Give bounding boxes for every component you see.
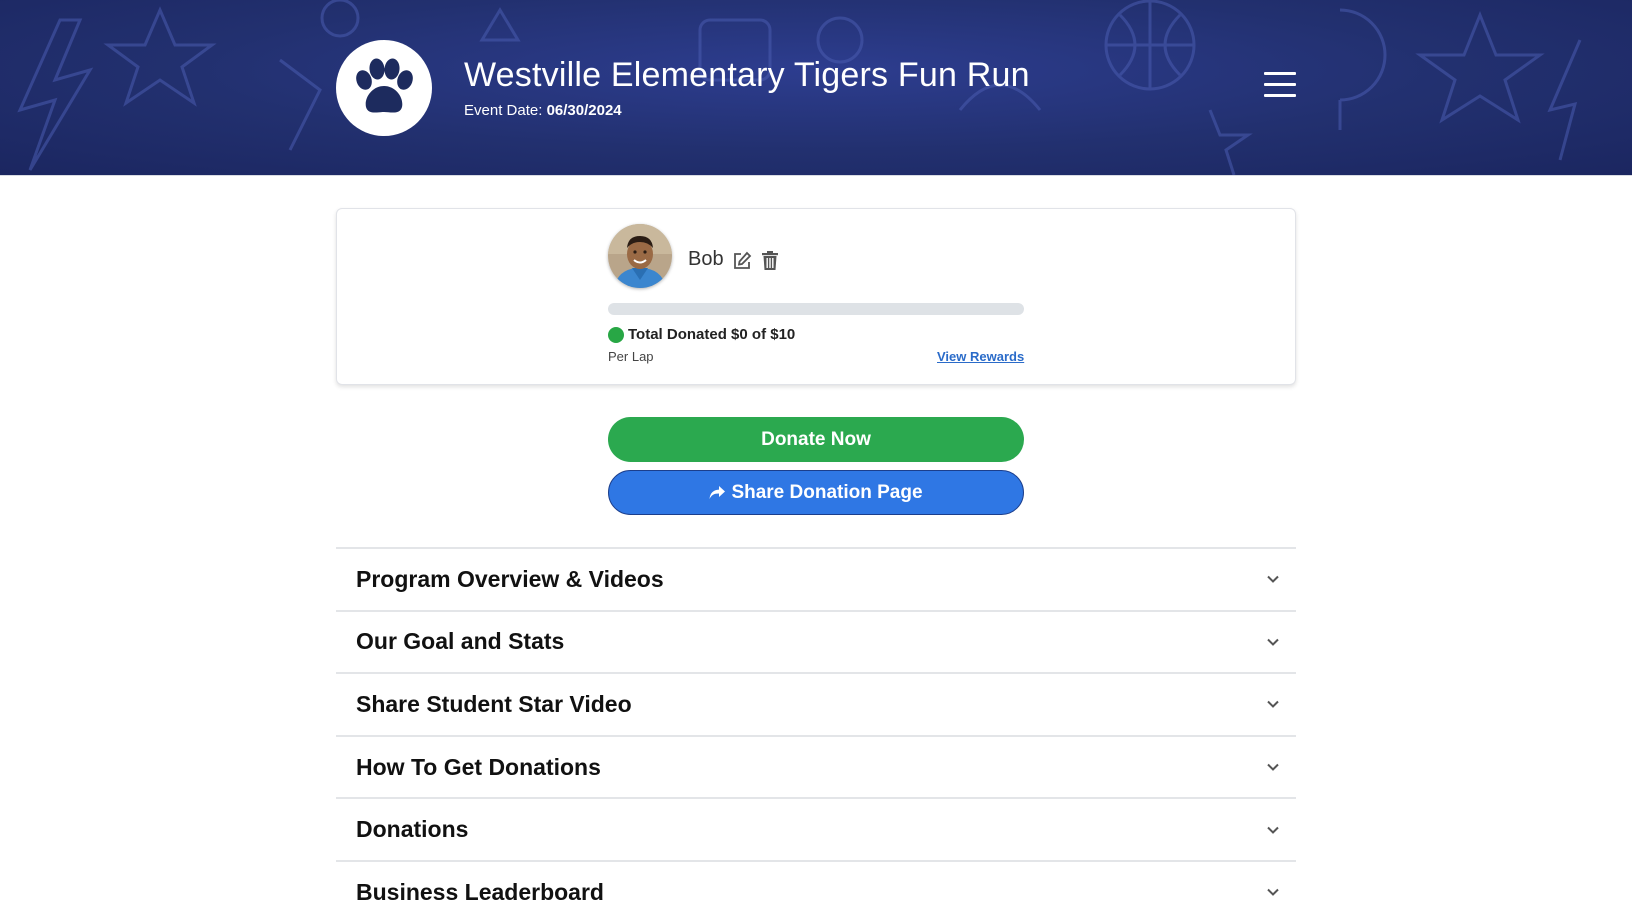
accordion-item-title: Our Goal and Stats bbox=[356, 628, 565, 655]
event-date-label: Event Date: bbox=[464, 102, 543, 119]
total-donated: Total Donated $0 of $10 bbox=[628, 326, 796, 343]
accordion-item[interactable]: How To Get Donations bbox=[336, 734, 1296, 798]
accordion-item-title: Program Overview & Videos bbox=[356, 565, 664, 592]
donation-progress-bar bbox=[608, 303, 1024, 315]
event-date: Event Date: 06/30/2024 bbox=[464, 102, 622, 119]
accordion-item[interactable]: Share Student Star Video bbox=[336, 672, 1296, 735]
paw-icon bbox=[356, 58, 413, 113]
hamburger-menu-icon[interactable] bbox=[1264, 72, 1296, 100]
share-arrow-icon bbox=[709, 485, 726, 500]
event-date-value: 06/30/2024 bbox=[546, 102, 622, 119]
chevron-down-icon[interactable] bbox=[1266, 885, 1280, 899]
info-accordion: Program Overview & Videos Our Goal and St… bbox=[336, 547, 1296, 923]
chevron-down-icon[interactable] bbox=[1266, 635, 1280, 649]
donate-now-button[interactable]: Donate Now bbox=[608, 417, 1024, 462]
chevron-down-icon[interactable] bbox=[1266, 823, 1280, 837]
accordion-item[interactable]: Our Goal and Stats bbox=[336, 609, 1296, 673]
chevron-down-icon[interactable] bbox=[1266, 760, 1280, 774]
accordion-item[interactable]: Donations bbox=[336, 797, 1296, 860]
view-rewards-link[interactable]: View Rewards bbox=[937, 349, 1024, 364]
chevron-down-icon[interactable] bbox=[1266, 697, 1280, 711]
accordion-item-title: How To Get Donations bbox=[356, 753, 601, 780]
student-name: Bob bbox=[688, 248, 724, 270]
student-card bbox=[336, 208, 1296, 385]
trash-icon[interactable] bbox=[762, 251, 778, 271]
per-lap-label: Per Lap bbox=[608, 349, 654, 364]
school-logo bbox=[336, 40, 432, 136]
accordion-item-title: Share Student Star Video bbox=[356, 690, 632, 717]
accordion-item-title: Business Leaderboard bbox=[356, 878, 604, 905]
avatar-photo bbox=[608, 224, 672, 288]
edit-icon[interactable] bbox=[732, 251, 752, 271]
share-donation-page-button[interactable]: Share Donation Page bbox=[608, 470, 1024, 515]
accordion-item[interactable]: Program Overview & Videos bbox=[336, 547, 1296, 610]
donate-now-label: Donate Now bbox=[761, 428, 871, 450]
student-avatar bbox=[608, 224, 672, 288]
event-title: Westville Elementary Tigers Fun Run bbox=[464, 56, 1030, 94]
share-donation-page-label: Share Donation Page bbox=[731, 481, 923, 503]
event-header: Westville Elementary Tigers Fun Run Even… bbox=[0, 0, 1632, 176]
accordion-item[interactable]: Business Leaderboard bbox=[336, 859, 1296, 923]
chevron-down-icon[interactable] bbox=[1266, 572, 1280, 586]
accordion-item-title: Donations bbox=[356, 816, 469, 843]
status-dot-icon bbox=[608, 327, 624, 343]
